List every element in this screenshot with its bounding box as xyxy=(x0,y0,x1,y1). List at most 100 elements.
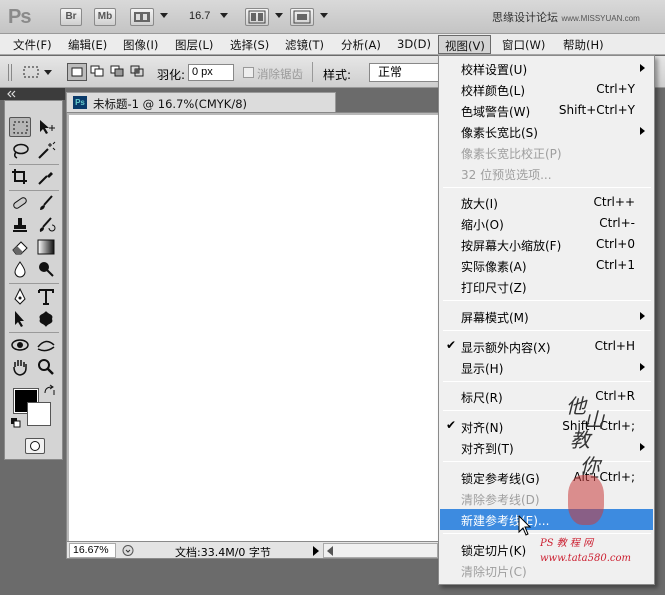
menu-item-print-size[interactable]: 打印尺寸(Z) xyxy=(440,276,653,297)
clone-stamp-tool[interactable] xyxy=(9,215,31,235)
menu-item-rulers[interactable]: 标尺(R) Ctrl+R xyxy=(440,386,653,407)
move-tool[interactable] xyxy=(35,117,57,137)
eraser-tool[interactable] xyxy=(9,237,31,257)
divider xyxy=(312,62,313,82)
menu-file[interactable]: 文件(F) xyxy=(13,37,52,53)
default-colors-icon[interactable] xyxy=(11,418,21,428)
crop-tool[interactable] xyxy=(9,167,31,187)
swap-colors-icon[interactable] xyxy=(43,384,57,396)
new-selection-button[interactable] xyxy=(67,63,87,81)
magic-wand-icon xyxy=(38,141,56,159)
menu-help[interactable]: 帮助(H) xyxy=(563,37,604,53)
scroll-left-icon[interactable] xyxy=(327,546,333,556)
shape-icon xyxy=(39,311,53,327)
zoom-level[interactable]: 16.7 xyxy=(189,10,210,22)
arrange-documents-button[interactable] xyxy=(245,8,269,26)
site-watermark: 思缘设计论坛 www.MISSYUAN.com xyxy=(492,11,640,24)
divider xyxy=(9,190,59,191)
view-extras-button[interactable] xyxy=(130,8,154,26)
status-menu-icon[interactable] xyxy=(121,544,135,557)
menu-item-proof-setup[interactable]: 校样设置(U) xyxy=(440,58,653,79)
menu-edit[interactable]: 编辑(E) xyxy=(68,37,107,53)
menu-item-fit-on-screen[interactable]: 按屏幕大小缩放(F) Ctrl+0 xyxy=(440,234,653,255)
play-arrow-icon[interactable] xyxy=(313,546,319,556)
subtract-selection-button[interactable] xyxy=(108,63,128,81)
blur-tool[interactable] xyxy=(9,259,31,279)
menu-item-zoom-out[interactable]: 缩小(O) Ctrl+- xyxy=(440,213,653,234)
add-to-selection-button[interactable] xyxy=(88,63,108,81)
menu-analysis[interactable]: 分析(A) xyxy=(341,37,381,53)
film-strip-icon xyxy=(134,12,150,22)
menu-3d[interactable]: 3D(D) xyxy=(397,37,431,51)
arrow-select-icon xyxy=(15,311,24,327)
menu-item-pixel-aspect-ratio[interactable]: 像素长宽比(S) xyxy=(440,121,653,142)
history-brush-tool[interactable] xyxy=(35,215,57,235)
document-tab[interactable]: Ps 未标题-1 @ 16.7%(CMYK/8) xyxy=(66,92,336,112)
healing-brush-tool[interactable] xyxy=(9,193,31,213)
screen-mode-button[interactable] xyxy=(290,8,314,26)
menu-view[interactable]: 视图(V) xyxy=(438,35,491,54)
custom-shape-tool[interactable] xyxy=(35,309,57,329)
checkmark-icon: ✔ xyxy=(446,418,457,432)
quick-mask-button[interactable] xyxy=(25,438,45,454)
chevron-down-icon[interactable] xyxy=(275,13,283,18)
type-tool[interactable] xyxy=(35,287,57,307)
menu-item-lock-guides[interactable]: 锁定参考线(G) Alt+Ctrl+; xyxy=(440,467,653,488)
path-selection-tool[interactable] xyxy=(9,309,31,329)
collapse-icon[interactable] xyxy=(5,89,19,99)
new-selection-icon xyxy=(71,67,83,77)
menu-item-snap[interactable]: ✔ 对齐(N) Shift+Ctrl+; xyxy=(440,416,653,437)
rectangular-marquee-tool[interactable] xyxy=(9,117,31,137)
gradient-icon xyxy=(37,239,55,255)
antialias-checkbox[interactable] xyxy=(243,67,254,78)
menu-layer[interactable]: 图层(L) xyxy=(175,37,213,53)
view-menu-dropdown: 校样设置(U) 校样颜色(L) Ctrl+Y 色域警告(W) Shift+Ctrl+… xyxy=(438,55,655,585)
chevron-down-icon[interactable] xyxy=(320,13,328,18)
menu-divider xyxy=(443,410,651,411)
submenu-arrow-icon xyxy=(640,64,645,72)
menu-item-zoom-in[interactable]: 放大(I) Ctrl++ xyxy=(440,192,653,213)
menu-filter[interactable]: 滤镜(T) xyxy=(285,37,324,53)
brush-tool[interactable] xyxy=(35,193,57,213)
horizontal-scrollbar[interactable] xyxy=(323,543,438,558)
menu-item-snap-to[interactable]: 对齐到(T) xyxy=(440,437,653,458)
zoom-field[interactable]: 16.67% xyxy=(69,543,116,558)
menu-window[interactable]: 窗口(W) xyxy=(502,37,545,53)
menu-item-proof-colors[interactable]: 校样颜色(L) Ctrl+Y xyxy=(440,79,653,100)
submenu-arrow-icon xyxy=(640,443,645,451)
chevron-down-icon[interactable] xyxy=(220,13,228,18)
menu-item-gamut-warning[interactable]: 色域警告(W) Shift+Ctrl+Y xyxy=(440,100,653,121)
background-color-swatch[interactable] xyxy=(27,402,51,426)
grip-icon[interactable] xyxy=(6,64,14,81)
hand-tool[interactable] xyxy=(9,357,31,377)
3d-orbit-tool[interactable] xyxy=(35,335,57,355)
style-select[interactable]: 正常 xyxy=(369,63,441,82)
menu-item-new-guide[interactable]: 新建参考线(E)... xyxy=(440,509,653,530)
eyedropper-tool[interactable] xyxy=(35,167,57,187)
3d-rotate-tool[interactable] xyxy=(9,335,31,355)
submenu-arrow-icon xyxy=(640,127,645,135)
toolbox-header[interactable] xyxy=(0,88,65,100)
menu-item-screen-mode[interactable]: 屏幕模式(M) xyxy=(440,306,653,327)
chevron-down-icon[interactable] xyxy=(160,13,168,18)
dodge-tool[interactable] xyxy=(35,259,57,279)
lasso-tool[interactable] xyxy=(9,141,31,161)
chevron-down-icon[interactable] xyxy=(44,70,52,75)
gradient-tool[interactable] xyxy=(35,237,57,257)
magic-wand-tool[interactable] xyxy=(35,141,57,161)
menu-image[interactable]: 图像(I) xyxy=(123,37,158,53)
marquee-preset-icon[interactable] xyxy=(22,64,42,80)
canvas[interactable] xyxy=(69,115,439,542)
menu-item-actual-pixels[interactable]: 实际像素(A) Ctrl+1 xyxy=(440,255,653,276)
menu-select[interactable]: 选择(S) xyxy=(230,37,269,53)
status-bar: 16.67% 文档:33.4M/0 字节 xyxy=(66,541,440,559)
menu-item-show[interactable]: 显示(H) xyxy=(440,357,653,378)
menu-item-extras[interactable]: ✔ 显示额外内容(X) Ctrl+H xyxy=(440,336,653,357)
subtract-selection-icon xyxy=(110,65,124,77)
bridge-button[interactable]: Br xyxy=(60,8,82,26)
pen-tool[interactable] xyxy=(9,287,31,307)
intersect-selection-button[interactable] xyxy=(128,63,148,81)
mini-bridge-button[interactable]: Mb xyxy=(94,8,116,26)
zoom-tool[interactable] xyxy=(35,357,57,377)
feather-input[interactable]: 0 px xyxy=(188,64,234,81)
